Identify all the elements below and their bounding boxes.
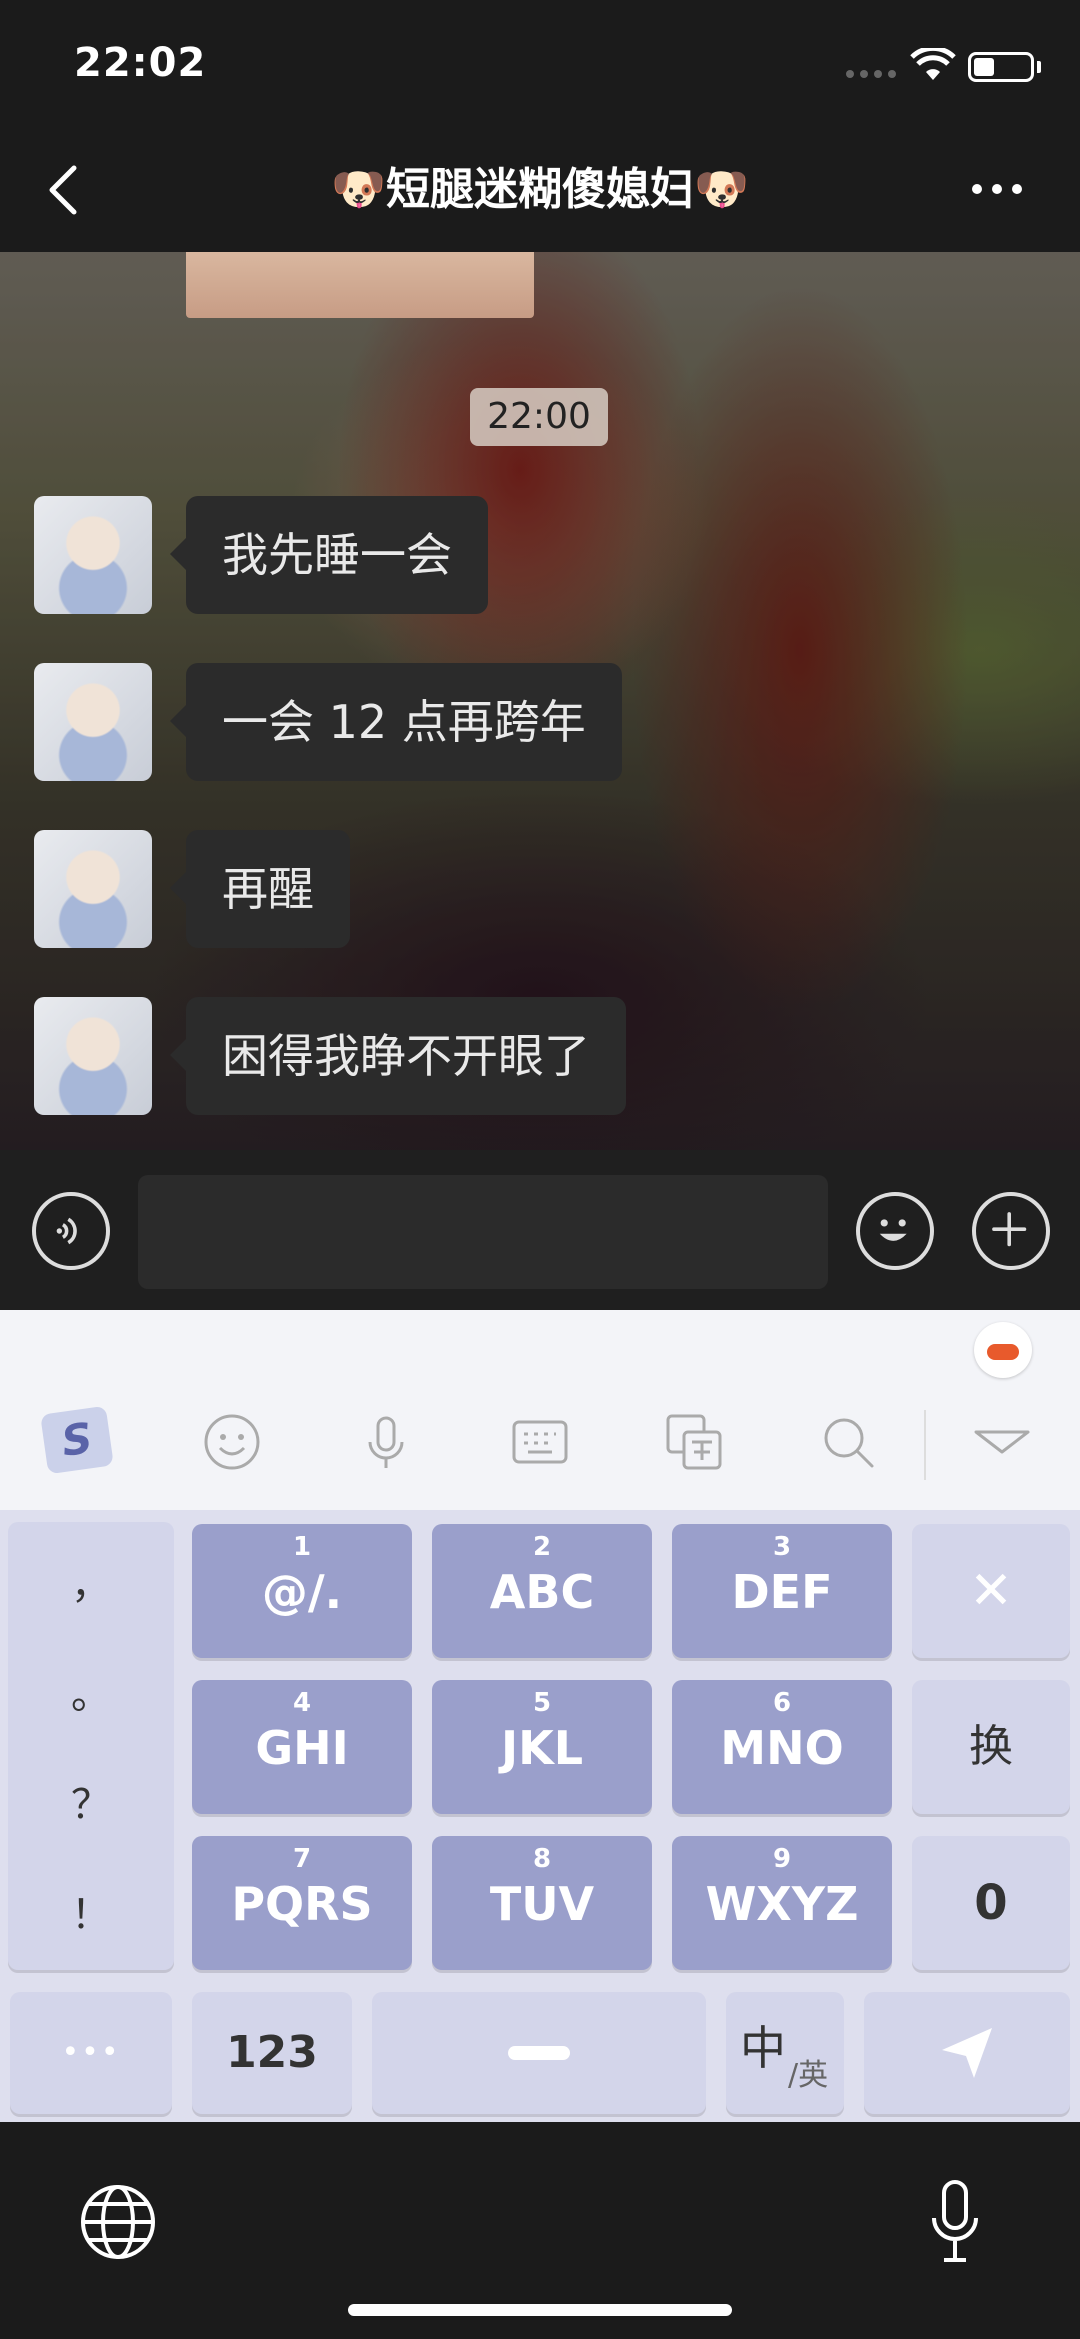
microphone-icon[interactable] — [354, 1410, 418, 1474]
key-2[interactable]: 2 ABC — [432, 1524, 652, 1658]
dictation-microphone-icon[interactable] — [930, 2178, 980, 2264]
send-key[interactable] — [864, 1992, 1070, 2114]
key-4[interactable]: 4 GHI — [192, 1680, 412, 1814]
sogou-logo-icon[interactable]: S — [40, 1405, 114, 1475]
message-row: 我先睡一会 — [34, 496, 488, 614]
message-row: 一会 12 点再跨年 — [34, 663, 622, 781]
key-6[interactable]: 6 MNO — [672, 1680, 892, 1814]
symbol-column: ， 。 ？ ！ — [8, 1522, 174, 1970]
symbol-question-key[interactable]: ？ — [8, 1772, 174, 1830]
battery-nub — [1037, 61, 1041, 73]
space-key[interactable] — [372, 1992, 706, 2114]
key-8[interactable]: 8 TUV — [432, 1836, 652, 1970]
more-symbols-key[interactable]: ••• — [10, 1992, 172, 2114]
key-7[interactable]: 7 PQRS — [192, 1836, 412, 1970]
message-input[interactable] — [138, 1175, 828, 1289]
message-bubble[interactable]: 困得我睁不开眼了 — [170, 997, 626, 1115]
space-bar-glyph — [508, 2046, 570, 2060]
message-bubble[interactable]: 再醒 — [170, 830, 350, 948]
translate-icon[interactable] — [662, 1410, 726, 1474]
symbol-comma-key[interactable]: ， — [8, 1552, 174, 1610]
cellular-signal-icon — [846, 70, 896, 78]
contact-avatar[interactable] — [34, 830, 152, 948]
zero-key[interactable]: 0 — [912, 1836, 1070, 1970]
message-row: 困得我睁不开眼了 — [34, 997, 626, 1115]
contact-avatar[interactable] — [34, 663, 152, 781]
previous-photo-message[interactable] — [186, 252, 534, 318]
language-switch-key[interactable]: 中 /英 — [726, 1992, 844, 2114]
contact-avatar[interactable] — [34, 496, 152, 614]
message-bubble[interactable]: 一会 12 点再跨年 — [170, 663, 622, 781]
more-options-icon[interactable] — [972, 184, 1022, 194]
message-row: 再醒 — [34, 830, 350, 948]
globe-icon[interactable] — [78, 2182, 158, 2262]
message-bubble[interactable]: 我先睡一会 — [170, 496, 488, 614]
key-3[interactable]: 3 DEF — [672, 1524, 892, 1658]
symbol-exclaim-key[interactable]: ！ — [8, 1882, 174, 1940]
toolbar-divider — [924, 1410, 926, 1480]
chat-title: 🐶短腿迷糊傻媳妇🐶 — [331, 164, 749, 215]
newline-key[interactable]: 换 — [912, 1680, 1070, 1814]
send-arrow-icon — [942, 2028, 992, 2078]
key-5[interactable]: 5 JKL — [432, 1680, 652, 1814]
emoji-icon[interactable] — [200, 1410, 264, 1474]
key-9[interactable]: 9 WXYZ — [672, 1836, 892, 1970]
number-mode-key[interactable]: 123 — [192, 1992, 352, 2114]
home-indicator[interactable] — [348, 2304, 732, 2316]
mascot-icon[interactable] — [974, 1322, 1032, 1378]
message-timestamp: 22:00 — [470, 388, 608, 446]
add-more-icon[interactable] — [972, 1192, 1050, 1270]
voice-input-icon[interactable] — [32, 1192, 110, 1270]
battery-icon — [968, 52, 1034, 82]
symbol-period-key[interactable]: 。 — [8, 1662, 174, 1720]
emoji-icon[interactable] — [856, 1192, 934, 1270]
status-time: 22:02 — [74, 40, 207, 86]
delete-key[interactable]: ✕ — [912, 1524, 1070, 1658]
keyboard-icon[interactable] — [508, 1410, 572, 1474]
search-icon[interactable] — [816, 1410, 880, 1474]
collapse-keyboard-icon[interactable] — [970, 1410, 1034, 1474]
wifi-icon — [910, 48, 956, 80]
contact-avatar[interactable] — [34, 997, 152, 1115]
key-1[interactable]: 1 @/. — [192, 1524, 412, 1658]
